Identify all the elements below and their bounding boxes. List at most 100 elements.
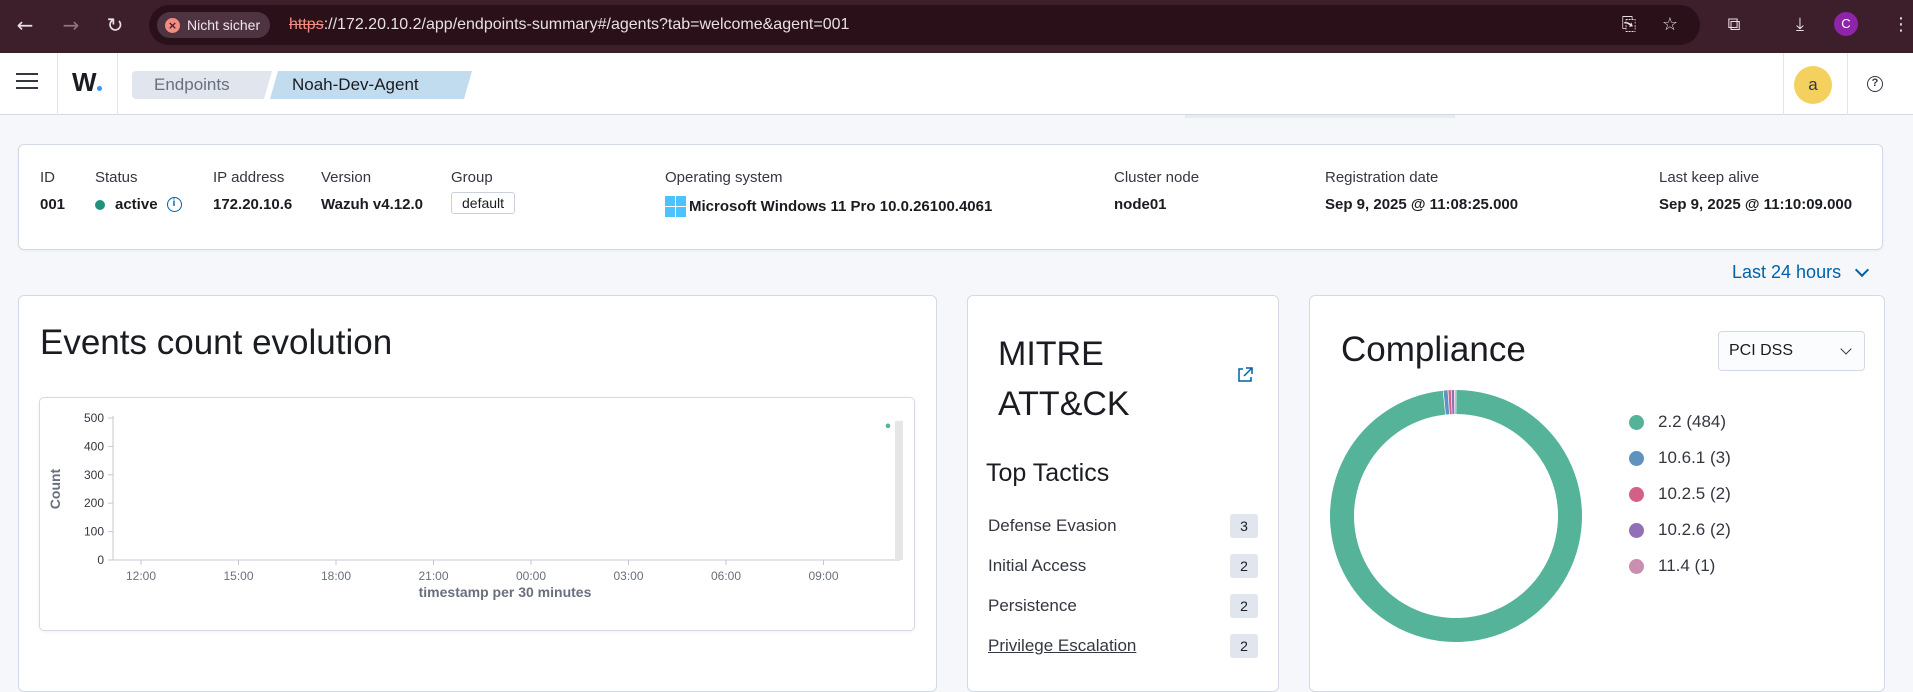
group-badge[interactable]: default — [451, 192, 516, 214]
y-tick-label: 100 — [84, 525, 104, 539]
x-tick-label: 21:00 — [418, 569, 448, 583]
id-label: ID — [40, 169, 55, 186]
hamburger-menu-icon[interactable] — [16, 73, 38, 91]
extensions-icon[interactable]: ⧉ — [1722, 13, 1746, 37]
registration-value: Sep 9, 2025 @ 11:08:25.000 — [1325, 196, 1519, 213]
x-axis-label: timestamp per 30 minutes — [419, 584, 592, 600]
version-value: Wazuh v4.12.0 — [321, 196, 423, 213]
legend-swatch — [1629, 522, 1644, 538]
tactic-label: Persistence — [988, 596, 1077, 615]
profile-avatar[interactable]: C — [1834, 12, 1858, 36]
tactic-row[interactable]: Persistence 2 — [988, 593, 1258, 619]
keepalive-value: Sep 9, 2025 @ 11:10:09.000 — [1659, 196, 1853, 213]
agent-cluster-field: Cluster node node01 — [1114, 169, 1199, 213]
donut-slice-11-4[interactable] — [1454, 390, 1456, 415]
tactic-label: Defense Evasion — [988, 516, 1117, 535]
insecure-label: Nicht sicher — [187, 17, 261, 33]
donut-slice-10-2-6[interactable] — [1451, 390, 1455, 415]
top-tactics-title: Top Tactics — [986, 459, 1110, 487]
agent-ip-field: IP address 172.20.10.6 — [213, 169, 292, 213]
breadcrumb-agent[interactable]: Noah-Dev-Agent — [270, 71, 472, 99]
security-chip[interactable]: × Nicht sicher — [157, 12, 271, 38]
legend-label: 11.4 (1) — [1658, 556, 1716, 575]
tab-indicator — [1185, 115, 1455, 118]
url-rest: ://172.20.10.2/app/endpoints-summary#/ag… — [323, 16, 850, 33]
legend-swatch — [1629, 414, 1644, 430]
tactic-row[interactable]: Initial Access 2 — [988, 553, 1258, 579]
legend-item[interactable]: 2.2 (484) — [1629, 404, 1731, 440]
cluster-label: Cluster node — [1114, 169, 1200, 186]
legend-item[interactable]: 10.2.6 (2) — [1629, 512, 1731, 548]
events-chart-svg: 0 100 200 300 400 500 12:00 15:00 18:00 21:00 00:0… — [47, 411, 903, 600]
menu-kebab-icon[interactable]: ⋮ — [1889, 13, 1913, 37]
url-text[interactable]: https://172.20.10.2/app/endpoints-summar… — [289, 16, 849, 34]
agent-id-field: ID 001 — [40, 169, 65, 213]
info-icon[interactable]: i — [166, 197, 182, 212]
legend-swatch — [1629, 450, 1644, 466]
help-icon[interactable]: ? — [1867, 76, 1883, 92]
ip-value: 172.20.10.6 — [213, 196, 293, 213]
time-range-picker[interactable]: Last 24 hours — [1732, 262, 1870, 283]
x-tick-label: 03:00 — [613, 569, 643, 583]
tactic-row[interactable]: Defense Evasion 3 — [988, 513, 1258, 539]
reload-icon[interactable]: ↻ — [102, 12, 128, 38]
x-tick-label: 06:00 — [711, 569, 741, 583]
legend-item[interactable]: 11.4 (1) — [1629, 548, 1731, 584]
agent-status-field: Status active i — [95, 169, 182, 213]
download-icon[interactable]: ⤓ — [1788, 13, 1812, 37]
mitre-panel: MITRE ATT&CK Top Tactics Defense Evasion… — [967, 295, 1279, 692]
x-tick-label: 09:00 — [808, 569, 838, 583]
compliance-donut-chart — [1330, 390, 1582, 642]
agent-registration-field: Registration date Sep 9, 2025 @ 11:08:25… — [1325, 169, 1518, 213]
bookmark-star-icon[interactable]: ☆ — [1658, 13, 1682, 37]
data-point[interactable] — [885, 423, 891, 429]
tactic-row[interactable]: Privilege Escalation 2 — [988, 633, 1258, 659]
wazuh-logo[interactable]: W — [72, 67, 102, 98]
tactic-label: Privilege Escalation — [988, 636, 1137, 655]
legend-label: 2.2 (484) — [1658, 412, 1727, 431]
mitre-title: MITRE ATT&CK — [998, 335, 1130, 423]
os-value: Microsoft Windows 11 Pro 10.0.26100.4061 — [689, 198, 993, 215]
select-value: PCI DSS — [1729, 342, 1794, 359]
header-divider — [117, 53, 118, 115]
external-link-icon[interactable] — [1236, 366, 1254, 384]
translate-icon[interactable]: ⎘ — [1617, 13, 1641, 37]
legend-label: 10.2.5 (2) — [1658, 484, 1731, 503]
legend-label: 10.2.6 (2) — [1658, 520, 1731, 539]
compliance-standard-select[interactable]: PCI DSS — [1718, 331, 1865, 371]
app-header: W Endpoints Noah-Dev-Agent a ? — [0, 53, 1913, 115]
x-tick-label: 12:00 — [126, 569, 156, 583]
agent-os-field: Operating system Microsoft Windows 11 Pr… — [665, 169, 992, 217]
legend-label: 10.6.1 (3) — [1658, 448, 1731, 467]
compliance-title: Compliance — [1341, 330, 1526, 369]
legend-item[interactable]: 10.6.1 (3) — [1629, 440, 1731, 476]
time-range-label: Last 24 hours — [1732, 262, 1842, 282]
breadcrumb-endpoints[interactable]: Endpoints — [132, 71, 272, 99]
keepalive-label: Last keep alive — [1659, 169, 1760, 186]
browser-toolbar: ← → ↻ × Nicht sicher https://172.20.10.2… — [0, 0, 1913, 53]
x-tick-label: 18:00 — [321, 569, 351, 583]
chevron-down-icon — [1855, 262, 1870, 277]
user-avatar[interactable]: a — [1794, 66, 1832, 104]
tactic-count-badge: 2 — [1230, 554, 1258, 578]
status-label: Status — [95, 169, 138, 186]
donut-slice-2-2[interactable] — [1330, 390, 1582, 642]
y-tick-label: 500 — [84, 411, 104, 425]
address-bar[interactable]: × Nicht sicher https://172.20.10.2/app/e… — [149, 5, 1700, 45]
forward-icon[interactable]: → — [58, 12, 84, 38]
header-divider — [1783, 53, 1784, 115]
tactic-count-badge: 3 — [1230, 514, 1258, 538]
header-divider — [1847, 53, 1848, 115]
id-value: 001 — [40, 196, 66, 213]
tactic-count-badge: 2 — [1230, 634, 1258, 658]
x-tick-label: 00:00 — [516, 569, 546, 583]
legend-swatch — [1629, 558, 1644, 574]
tactic-count-badge: 2 — [1230, 594, 1258, 618]
agent-keepalive-field: Last keep alive Sep 9, 2025 @ 11:10:09.0… — [1659, 169, 1852, 213]
insecure-icon: × — [165, 17, 180, 33]
y-tick-label: 200 — [84, 496, 104, 510]
url-scheme: https — [289, 16, 324, 33]
events-chart: 0 100 200 300 400 500 12:00 15:00 18:00 21:00 00:0… — [39, 397, 915, 631]
legend-item[interactable]: 10.2.5 (2) — [1629, 476, 1731, 512]
back-icon[interactable]: ← — [12, 12, 38, 38]
